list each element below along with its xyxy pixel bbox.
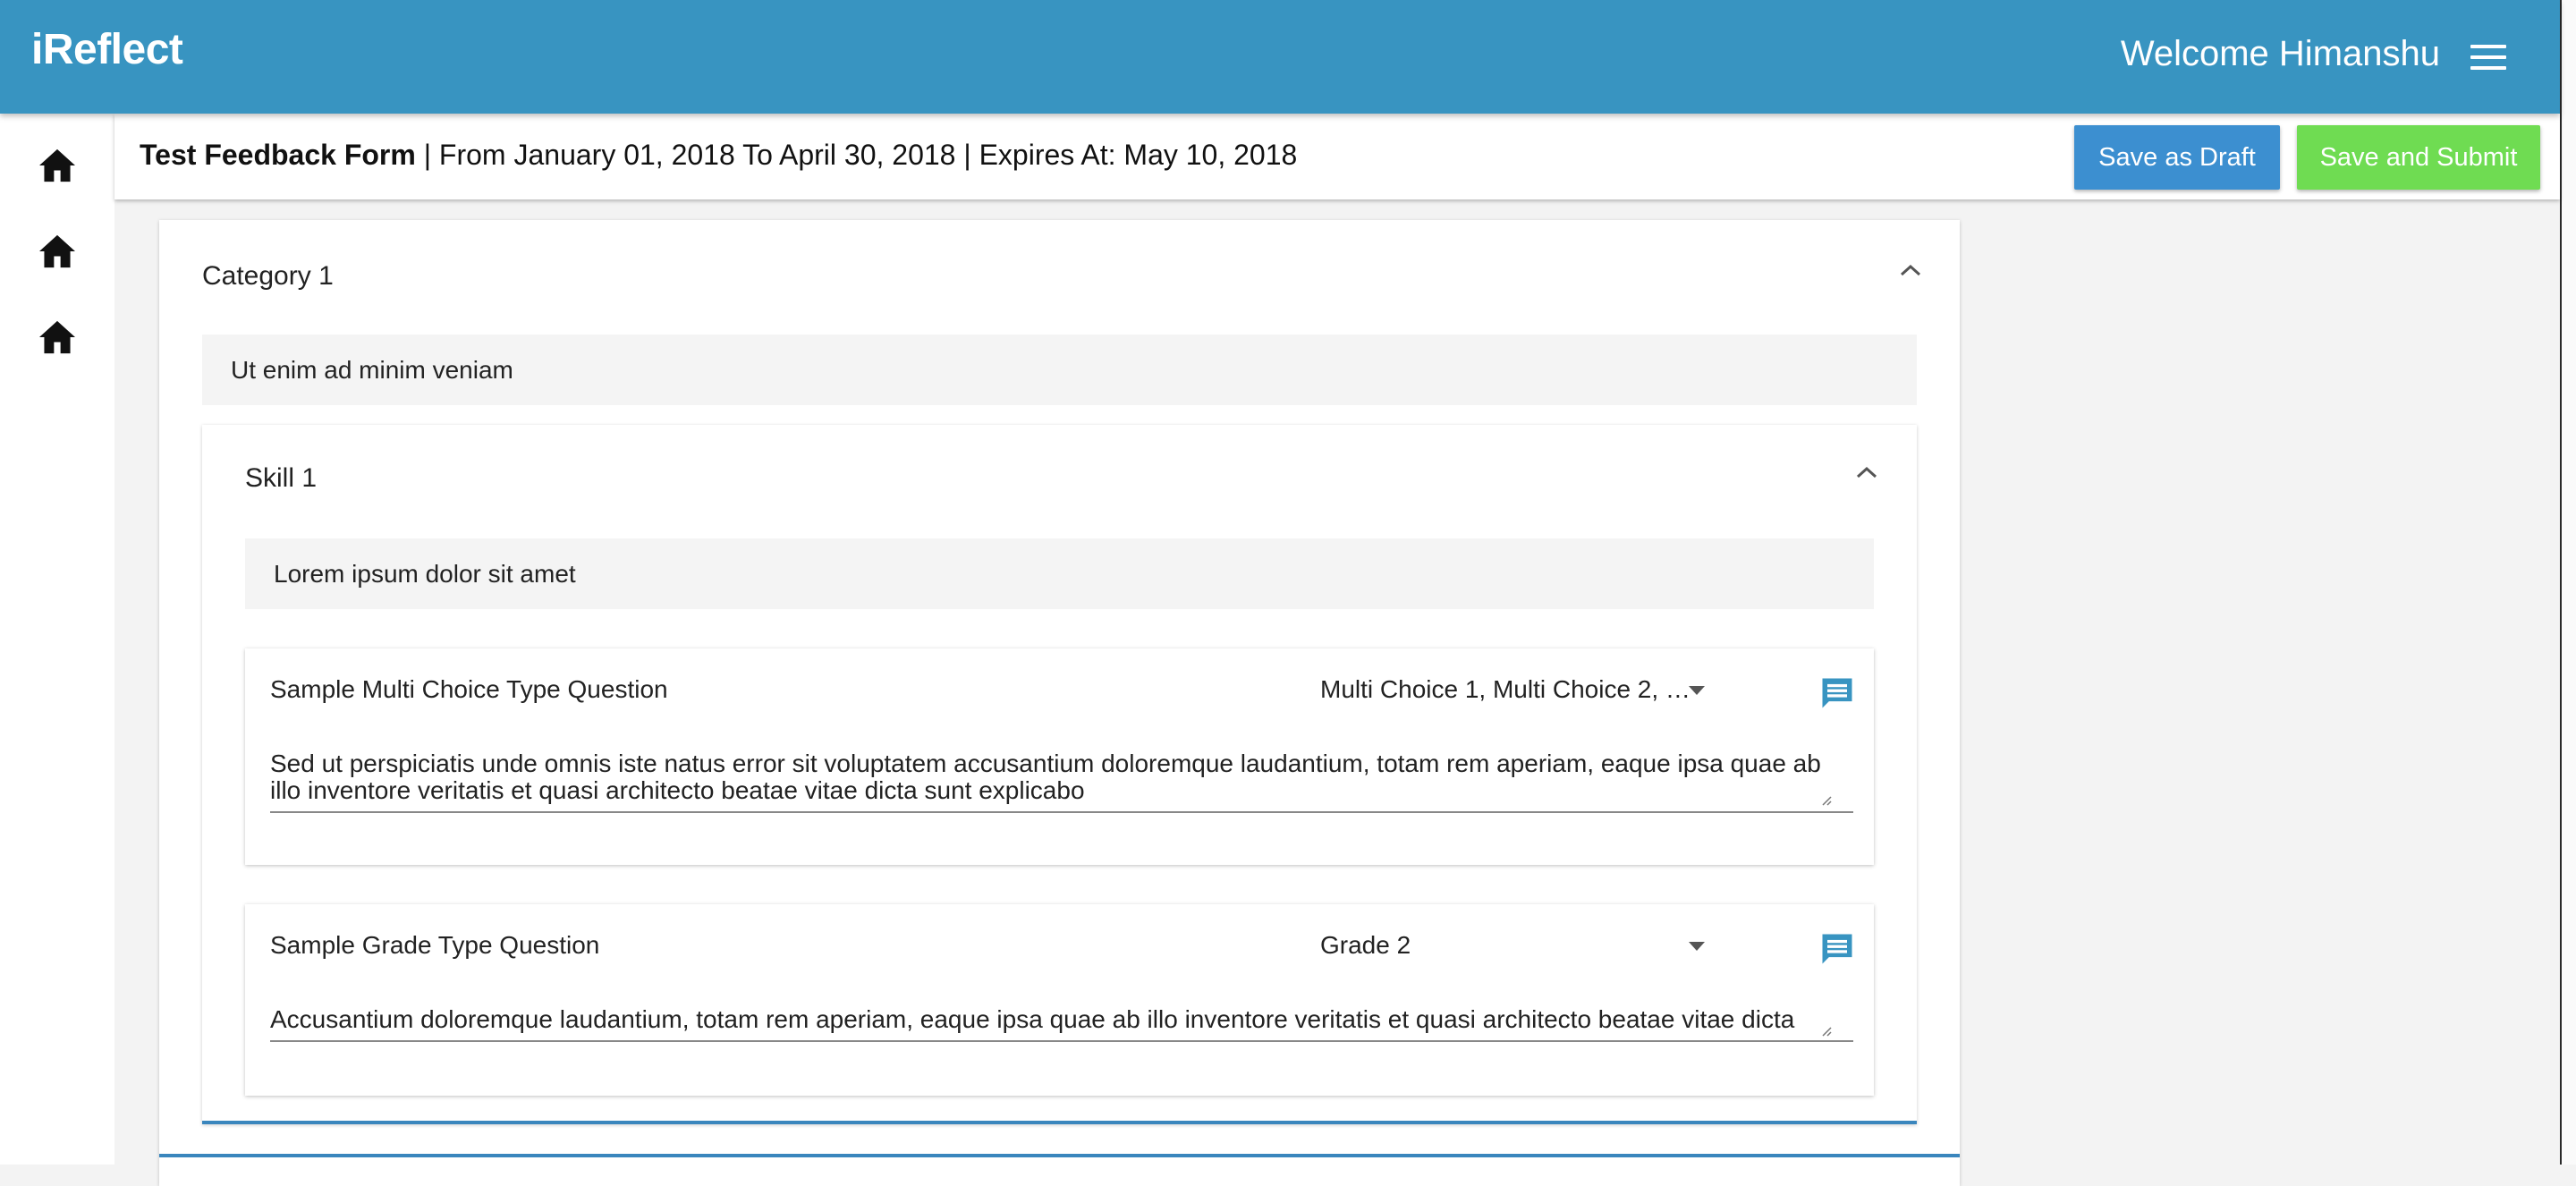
app-header: iReflect Welcome Himanshu	[0, 0, 2560, 114]
save-draft-button[interactable]: Save as Draft	[2074, 125, 2280, 190]
question-card: Sample Multi Choice Type Question Multi …	[245, 648, 1874, 865]
form-period: | From January 01, 2018 To April 30, 201…	[423, 139, 1298, 171]
resize-handle-icon[interactable]	[1819, 793, 1832, 806]
sidebar	[0, 114, 114, 1165]
comment-icon[interactable]	[1818, 673, 1857, 713]
category-title[interactable]: Category 1	[202, 261, 334, 292]
answer-textarea[interactable]: Sed ut perspiciatis unde omnis iste natu…	[270, 750, 1853, 813]
dropdown-arrow-icon[interactable]	[1689, 686, 1705, 695]
skill-title[interactable]: Skill 1	[245, 463, 317, 494]
question-label: Sample Multi Choice Type Question	[270, 675, 668, 703]
form-toolbar: Test Feedback Form | From January 01, 20…	[114, 114, 2560, 199]
category-description-text: Ut enim ad minim veniam	[231, 356, 513, 384]
window-edge	[2560, 0, 2576, 1165]
comment-icon[interactable]	[1818, 929, 1857, 969]
category-description: Ut enim ad minim veniam	[202, 335, 1917, 405]
question-card: Sample Grade Type Question Grade 2 Accus…	[245, 904, 1874, 1096]
hamburger-menu-icon[interactable]	[2470, 45, 2506, 70]
chevron-up-icon[interactable]	[1856, 465, 1877, 479]
app-logo[interactable]: iReflect	[31, 25, 183, 74]
skill-card: Skill 1 Lorem ipsum dolor sit amet Sampl…	[202, 425, 1917, 1124]
resize-handle-icon[interactable]	[1819, 1024, 1832, 1037]
home-icon[interactable]	[38, 319, 77, 355]
form-title: Test Feedback Form	[140, 139, 416, 171]
home-icon[interactable]	[38, 148, 77, 183]
answer-textarea[interactable]: Accusantium doloremque laudantium, totam…	[270, 1006, 1853, 1042]
form-header: Test Feedback Form | From January 01, 20…	[140, 139, 1297, 172]
home-icon[interactable]	[38, 233, 77, 269]
save-submit-button[interactable]: Save and Submit	[2297, 125, 2540, 190]
dropdown-arrow-icon[interactable]	[1689, 942, 1705, 951]
skill-description-text: Lorem ipsum dolor sit amet	[274, 560, 576, 588]
answer-select[interactable]: Multi Choice 1, Multi Choice 2, …	[1320, 675, 1690, 704]
category-card: Category 1 Ut enim ad minim veniam Skill…	[159, 220, 1960, 1186]
card-divider	[159, 1154, 1960, 1157]
skill-description: Lorem ipsum dolor sit amet	[245, 538, 1874, 609]
welcome-text: Welcome Himanshu	[2120, 34, 2440, 73]
chevron-up-icon[interactable]	[1900, 263, 1921, 277]
answer-select[interactable]: Grade 2	[1320, 931, 1411, 960]
question-label: Sample Grade Type Question	[270, 931, 600, 959]
